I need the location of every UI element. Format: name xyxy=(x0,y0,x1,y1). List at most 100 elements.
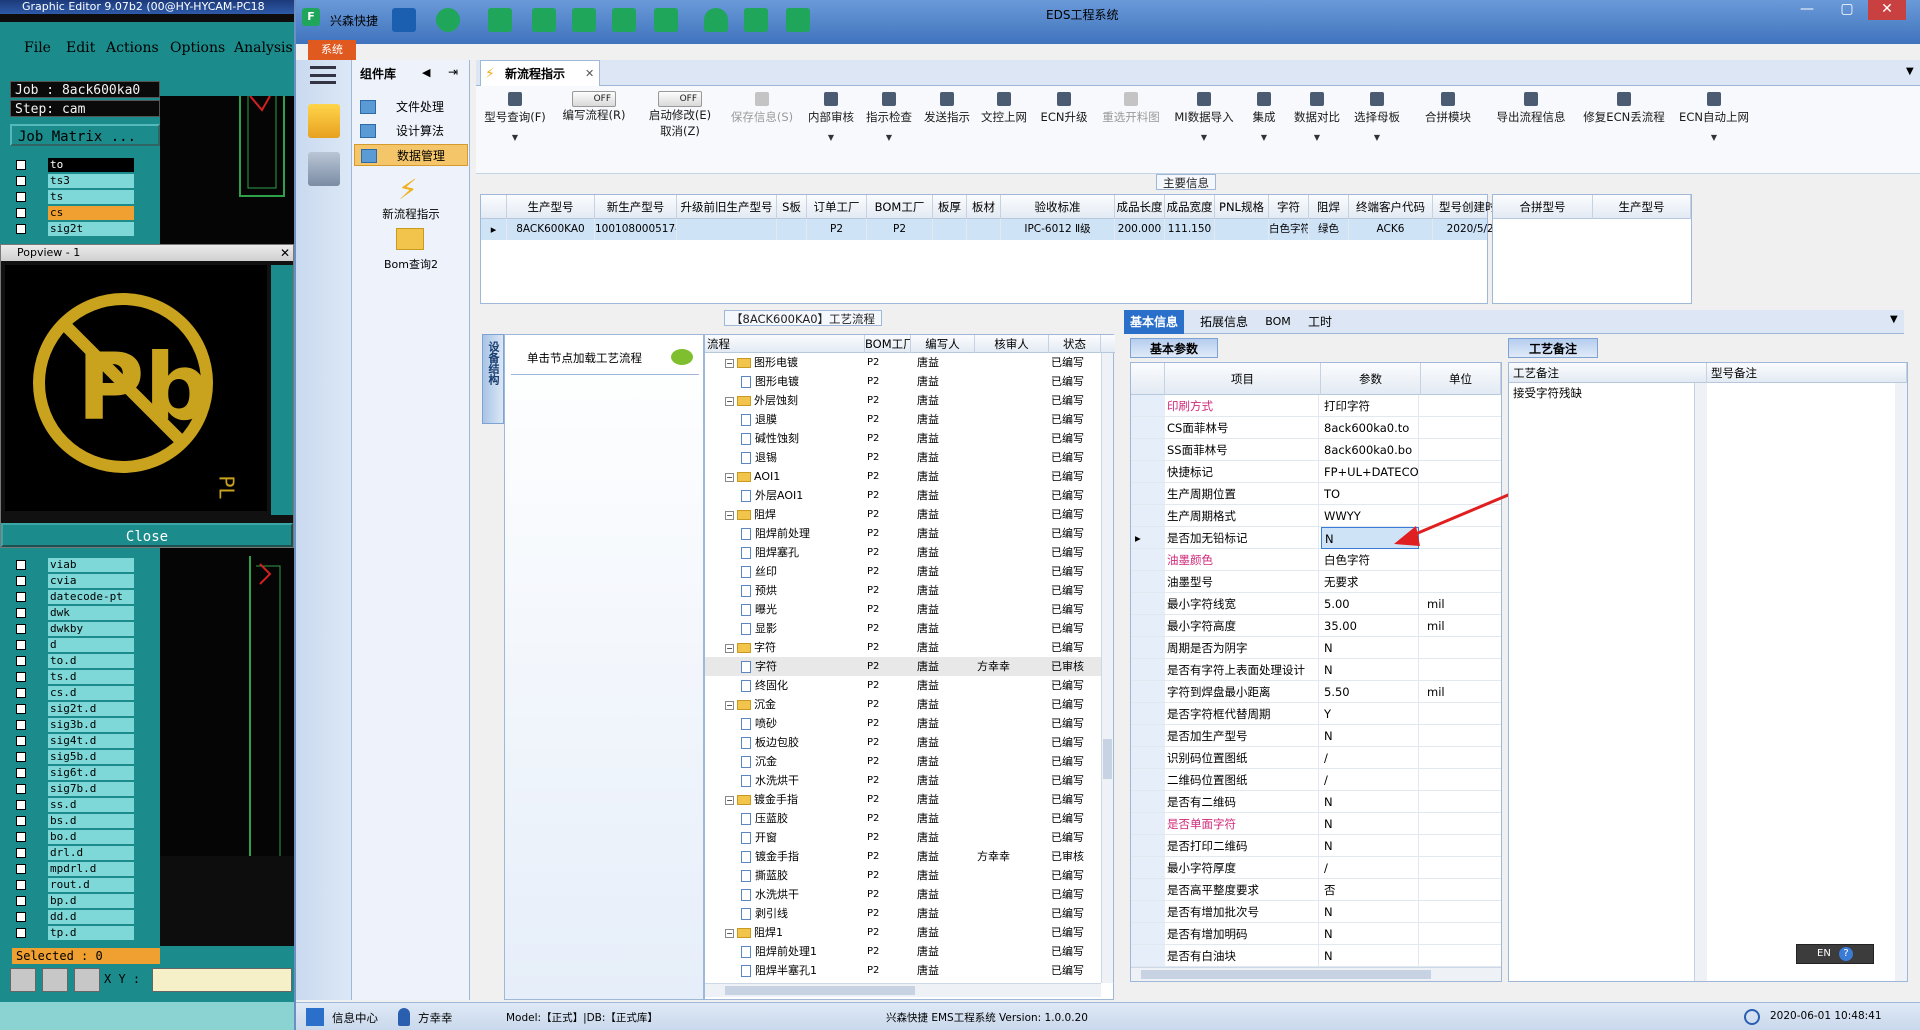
layer-checkbox[interactable] xyxy=(16,688,26,698)
ribbon-button-11[interactable]: 集成 ▼ xyxy=(1242,90,1286,170)
menu-analysis[interactable]: Analysis xyxy=(234,40,293,56)
process-row[interactable]: 曝光 P2 唐益 已编写 xyxy=(705,600,1101,619)
dropdown-arrow-icon[interactable]: ▼ xyxy=(482,133,548,142)
layer-row[interactable]: rout.d xyxy=(14,878,134,892)
layer-checkbox[interactable] xyxy=(16,656,26,666)
layer-row[interactable]: sig5b.d xyxy=(14,750,134,764)
param-row[interactable]: 油墨型号 无要求 xyxy=(1131,571,1501,593)
layer-checkbox[interactable] xyxy=(16,832,26,842)
param-row[interactable]: 二维码位置图纸 / xyxy=(1131,769,1501,791)
param-row[interactable]: 是否单面字符 N xyxy=(1131,813,1501,835)
layer-row[interactable]: bp.d xyxy=(14,894,134,908)
remarks-vscrollbar[interactable] xyxy=(1695,383,1707,981)
user-icon[interactable] xyxy=(704,8,728,32)
layer-row[interactable]: sig4t.d xyxy=(14,734,134,748)
param-row[interactable]: 是否有字符上表面处理设计 N xyxy=(1131,659,1501,681)
ribbon-button-10[interactable]: MI数据导入 ▼ xyxy=(1170,90,1238,170)
layer-row[interactable]: cs xyxy=(14,206,134,220)
layer-row[interactable]: bo.d xyxy=(14,830,134,844)
main-info-col[interactable]: PNL规格 xyxy=(1215,195,1269,219)
ribbon-button-5[interactable]: 指示检查 ▼ xyxy=(862,90,916,170)
param-value[interactable]: / xyxy=(1321,747,1419,769)
ribbon-button-1[interactable]: OFF 编写流程(R) xyxy=(554,90,634,170)
process-tree-vscrollbar[interactable] xyxy=(1101,353,1113,983)
param-row[interactable]: CS面菲林号 8ack600ka0.to xyxy=(1131,417,1501,439)
ribbon-button-17[interactable]: ECN自动上网 ▼ xyxy=(1674,90,1754,170)
process-row[interactable]: 外层AOI1 P2 唐益 已编写 xyxy=(705,486,1101,505)
param-row[interactable]: 快捷标记FP+UL+DATECODE xyxy=(1131,461,1501,483)
detail-tab-menu-icon[interactable]: ▼ xyxy=(1890,314,1898,325)
collapse-icon[interactable]: − xyxy=(725,510,734,520)
layer-checkbox[interactable] xyxy=(16,784,26,794)
layer-checkbox[interactable] xyxy=(16,176,26,186)
menu-edit[interactable]: Edit xyxy=(66,40,95,56)
main-info-col[interactable]: 新生产型号 xyxy=(595,195,677,219)
layer-row[interactable]: d xyxy=(14,638,134,652)
process-row[interactable]: 阻焊前处理 P2 唐益 已编写 xyxy=(705,524,1101,543)
param-row[interactable]: 是否高平整度要求否 xyxy=(1131,879,1501,901)
layer-checkbox[interactable] xyxy=(16,576,26,586)
close-button[interactable]: ✕ xyxy=(1868,0,1906,20)
param-value[interactable]: 5.50 xyxy=(1321,681,1419,703)
process-col[interactable]: 状态 xyxy=(1049,335,1101,353)
collapse-left-icon[interactable]: ◀ xyxy=(422,66,430,79)
collapse-icon[interactable]: − xyxy=(725,643,734,653)
process-row[interactable]: 字符 P2 唐益 方幸幸 已审核 xyxy=(705,657,1101,676)
collapse-icon[interactable]: − xyxy=(725,396,734,406)
layer-row[interactable]: bs.d xyxy=(14,814,134,828)
dropdown-arrow-icon[interactable]: ▼ xyxy=(1674,133,1754,142)
main-info-col[interactable]: 字符 xyxy=(1269,195,1309,219)
layer-checkbox[interactable] xyxy=(16,912,26,922)
process-row[interactable]: 沉金 P2 唐益 已编写 xyxy=(705,752,1101,771)
tab-bom[interactable]: BOM xyxy=(1258,310,1298,334)
collapse-icon[interactable]: − xyxy=(725,795,734,805)
param-value[interactable]: Y xyxy=(1321,703,1419,725)
param-row[interactable]: 最小字符厚度 / xyxy=(1131,857,1501,879)
param-value[interactable]: N xyxy=(1321,725,1419,747)
param-row[interactable]: 是否有白油块 N xyxy=(1131,945,1501,967)
param-row[interactable]: SS面菲林号 8ack600ka0.bo xyxy=(1131,439,1501,461)
layer-row[interactable]: ts.d xyxy=(14,670,134,684)
process-row[interactable]: 剥引线 P2 唐益 已编写 xyxy=(705,904,1101,923)
process-row[interactable]: 阻焊前处理1 P2 唐益 已编写 xyxy=(705,942,1101,961)
process-row[interactable]: − AOI1 P2 唐益 已编写 xyxy=(705,467,1101,486)
process-row[interactable]: − 镀金手指 P2 唐益 已编写 xyxy=(705,790,1101,809)
hamburger-menu-icon[interactable] xyxy=(310,66,336,84)
process-row[interactable]: − 字符 P2 唐益 已编写 xyxy=(705,638,1101,657)
bom-query-tool[interactable]: Bom查询2 xyxy=(352,256,470,272)
new-process-instruction-tool[interactable]: 新流程指示 xyxy=(352,206,470,222)
process-row[interactable]: − 图形电镀 P2 唐益 已编写 xyxy=(705,353,1101,372)
param-row[interactable]: 是否打印二维码 N xyxy=(1131,835,1501,857)
process-row[interactable]: 退锡 P2 唐益 已编写 xyxy=(705,448,1101,467)
param-row[interactable]: 最小字符高度 35.00 mil xyxy=(1131,615,1501,637)
toggle-switch[interactable]: OFF xyxy=(658,91,702,107)
chart-icon[interactable] xyxy=(744,8,768,32)
layer-checkbox[interactable] xyxy=(16,560,26,570)
param-value[interactable]: N xyxy=(1321,923,1419,945)
process-row[interactable]: − 阻焊 P2 唐益 已编写 xyxy=(705,505,1101,524)
minimize-button[interactable]: — xyxy=(1788,0,1826,20)
folder-icon[interactable] xyxy=(396,228,424,250)
param-value[interactable]: N xyxy=(1321,637,1419,659)
param-row[interactable]: 是否有增加批次号 N xyxy=(1131,901,1501,923)
layer-checkbox[interactable] xyxy=(16,864,26,874)
layer-row[interactable]: sig7b.d xyxy=(14,782,134,796)
list-icon[interactable] xyxy=(654,8,678,32)
main-info-col[interactable]: 终端客户代码 xyxy=(1349,195,1433,219)
ribbon-button-12[interactable]: 数据对比 ▼ xyxy=(1290,90,1344,170)
param-value[interactable]: N xyxy=(1321,835,1419,857)
main-info-col[interactable]: 验收标准 xyxy=(1001,195,1115,219)
search-icon[interactable] xyxy=(392,8,416,32)
tool-icon-1[interactable] xyxy=(10,968,36,992)
param-value[interactable]: 无要求 xyxy=(1321,571,1419,593)
layer-row[interactable]: dwkby xyxy=(14,622,134,636)
main-info-col[interactable]: BOM工厂 xyxy=(867,195,933,219)
popview-close-icon[interactable]: ✕ xyxy=(277,245,293,261)
param-value[interactable]: 打印字符 xyxy=(1321,395,1419,417)
collapse-icon[interactable]: − xyxy=(725,928,734,938)
process-row[interactable]: 丝印 P2 唐益 已编写 xyxy=(705,562,1101,581)
layer-checkbox[interactable] xyxy=(16,192,26,202)
xy-input[interactable] xyxy=(152,968,292,992)
tab-extended-info[interactable]: 拓展信息 xyxy=(1194,310,1254,334)
tool-icon-2[interactable] xyxy=(42,968,68,992)
